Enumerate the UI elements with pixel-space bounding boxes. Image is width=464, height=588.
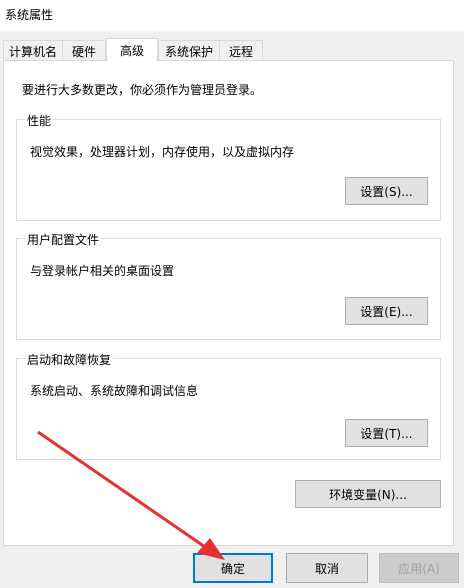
annotation-arrow-icon bbox=[37, 430, 225, 560]
tab-advanced[interactable]: 高级 bbox=[106, 38, 158, 62]
tab-label: 高级 bbox=[119, 44, 144, 58]
